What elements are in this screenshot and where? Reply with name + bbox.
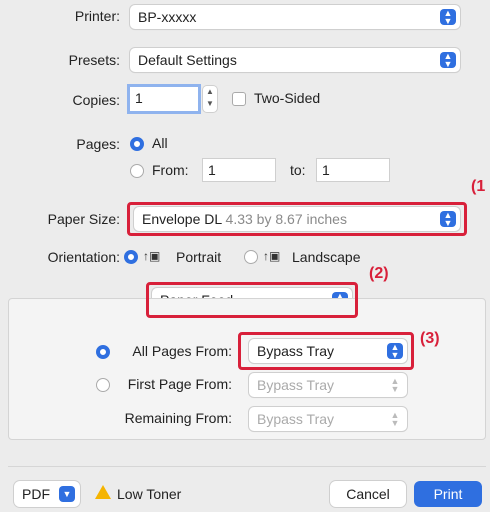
pages-to-label: to: [290,162,306,178]
updown-chevron-icon: ▲▼ [440,9,456,26]
pages-all-label: All [152,135,168,151]
callout-2: (2) [369,265,389,282]
copies-label: Copies: [72,92,120,108]
first-page-from-label: First Page From: [127,376,232,392]
remaining-from-popup[interactable]: Bypass Tray ▲ ▼ [249,407,407,431]
two-sided-checkbox[interactable] [232,92,246,106]
landscape-label: Landscape [292,249,361,265]
pages-label: Pages: [76,136,120,152]
print-button[interactable]: Print [414,481,482,507]
portrait-orientation-icon: ↑▣ [143,249,161,263]
remaining-from-value: Bypass Tray [257,411,335,427]
paper-size-label: Paper Size: [47,211,120,227]
callout-3: (3) [420,330,440,347]
all-pages-from-label: All Pages From: [132,343,232,359]
pdf-label: PDF [22,486,50,502]
landscape-orientation-icon: ↑▣ [263,249,281,263]
printer-value: BP-xxxxx [138,9,197,25]
pages-from-radio[interactable] [130,164,144,178]
footer-divider [8,466,486,467]
portrait-radio[interactable] [124,250,138,264]
presets-value: Default Settings [138,52,237,68]
copies-input[interactable]: 1 [130,87,198,111]
pages-from-input[interactable]: 1 [203,159,275,181]
warning-icon [95,485,111,499]
printer-popup[interactable]: BP-xxxxx ▲ ▼ [130,5,460,29]
copies-stepper[interactable]: ▲ ▼ [203,86,217,112]
pages-to-input[interactable]: 1 [317,159,389,181]
remaining-from-label: Remaining From: [124,410,232,426]
first-page-from-popup[interactable]: Bypass Tray ▲ ▼ [249,373,407,397]
presets-popup[interactable]: Default Settings ▲ ▼ [130,48,460,72]
two-sided-label: Two-Sided [254,90,321,106]
updown-chevron-icon: ▲▼ [390,376,400,394]
callout-box-3 [238,332,414,370]
orientation-label: Orientation: [47,249,120,265]
callout-box-1 [127,202,467,236]
cancel-button[interactable]: Cancel [330,481,406,507]
printer-label: Printer: [74,8,120,24]
updown-chevron-icon: ▲▼ [440,52,456,69]
landscape-radio[interactable] [244,250,258,264]
callout-1: (1 [471,178,486,195]
low-toner-status: Low Toner [117,486,182,502]
pdf-menu-button[interactable]: PDF ▼ [14,481,80,507]
chevron-down-icon: ▼ [59,486,75,502]
updown-chevron-icon: ▲▼ [390,410,400,428]
pages-from-label: From: [152,162,189,178]
first-page-from-value: Bypass Tray [257,377,335,393]
pages-all-radio[interactable] [130,137,144,151]
presets-label: Presets: [68,52,120,68]
portrait-label: Portrait [176,249,222,265]
callout-box-2 [146,282,358,318]
